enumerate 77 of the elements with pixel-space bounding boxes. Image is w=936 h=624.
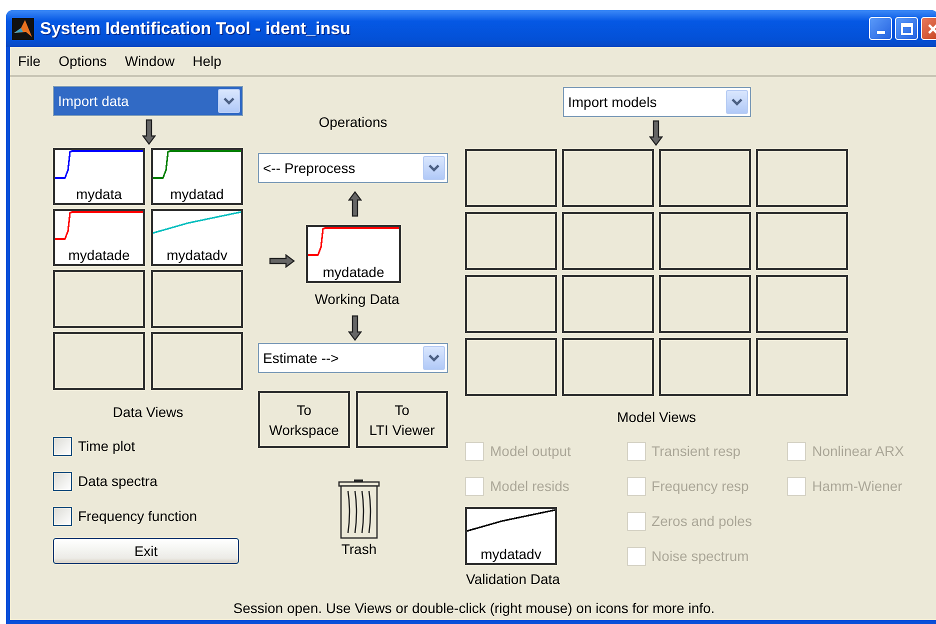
checkbox-label: Data spectra (78, 473, 158, 489)
menu-item[interactable]: Help (190, 51, 224, 71)
minimize-button[interactable] (869, 17, 892, 40)
tile-label: mydatadv (480, 546, 542, 563)
down-arrow-icon (142, 119, 156, 145)
down-arrow-icon (348, 315, 362, 341)
empty-tile[interactable] (151, 270, 243, 328)
window-title: System Identification Tool - ident_insu (40, 18, 352, 38)
section-label: Operations (318, 114, 388, 130)
empty-tile[interactable] (659, 275, 751, 333)
up-arrow-icon (348, 191, 362, 217)
app-logo-icon (12, 18, 34, 40)
empty-tile[interactable] (659, 212, 751, 270)
menu-item[interactable]: Options (56, 51, 109, 71)
checkbox-label: Frequency resp (652, 478, 749, 494)
checkbox-label: Time plot (78, 438, 136, 454)
empty-tile[interactable] (562, 212, 654, 270)
dropdown[interactable]: Import data (53, 86, 243, 116)
dropdown[interactable]: Import models (563, 87, 751, 117)
tile-label: mydatad (170, 186, 224, 203)
data-tile[interactable]: mydatad (151, 148, 243, 205)
empty-tile[interactable] (756, 212, 848, 270)
checkbox-label: Hamm-Wiener (812, 478, 902, 494)
empty-tile[interactable] (465, 275, 557, 333)
checkbox-label: Model resids (490, 478, 570, 494)
empty-tile[interactable] (659, 338, 751, 396)
exit-button[interactable]: Exit (53, 538, 239, 564)
checkbox-label: Zeros and poles (652, 513, 752, 529)
checkbox[interactable] (53, 472, 72, 490)
export-button[interactable]: To LTI Viewer (356, 391, 448, 448)
empty-tile[interactable] (465, 338, 557, 396)
empty-tile[interactable] (465, 149, 557, 207)
tile-label: mydatadv (166, 247, 228, 264)
menu-item[interactable]: Window (122, 51, 177, 71)
empty-tile[interactable] (53, 270, 145, 328)
empty-tile[interactable] (465, 212, 557, 270)
checkbox-label: Transient resp (652, 443, 741, 459)
tile-label: mydatade (68, 247, 130, 264)
empty-tile[interactable] (756, 275, 848, 333)
empty-tile[interactable] (756, 338, 848, 396)
empty-tile[interactable] (53, 332, 145, 390)
data-tile[interactable]: mydatadv (465, 507, 557, 565)
dropdown[interactable]: <-- Preprocess (258, 153, 448, 183)
checkbox-label: Model output (490, 443, 571, 459)
checkbox[interactable] (53, 506, 72, 526)
tile-label: mydata (76, 186, 122, 203)
export-button[interactable]: To Workspace (258, 391, 350, 448)
data-tile[interactable]: mydatade (306, 225, 401, 283)
maximize-button[interactable] (895, 17, 918, 40)
data-tile[interactable]: mydatade (53, 209, 145, 266)
working-data-label: Working Data (314, 291, 400, 307)
empty-tile[interactable] (562, 338, 654, 396)
minimize-icon (876, 31, 884, 34)
dropdown[interactable]: Estimate --> (258, 343, 448, 373)
checkbox[interactable] (53, 436, 72, 456)
validation-data-label: Validation Data (466, 571, 560, 587)
section-label: Data Views (112, 404, 184, 420)
empty-tile[interactable] (562, 275, 654, 333)
data-tile[interactable]: mydatadv (151, 209, 243, 266)
status-text: Session open. Use Views or double-click (right mouse) on icons for more info. (232, 600, 716, 618)
right-arrow-icon (269, 254, 295, 268)
section-label: Model Views (616, 409, 698, 425)
checkbox-label: Nonlinear ARX (812, 443, 904, 459)
close-icon (926, 22, 936, 34)
down-arrow-icon (649, 120, 663, 146)
checkbox-label: Frequency function (78, 508, 198, 524)
tile-label: mydatade (322, 264, 384, 281)
maximize-icon (900, 22, 912, 34)
trash-icon[interactable] (338, 479, 380, 539)
data-tile[interactable]: mydata (53, 148, 145, 205)
menu-item[interactable]: File (16, 51, 43, 71)
empty-tile[interactable] (151, 332, 243, 390)
empty-tile[interactable] (756, 149, 848, 207)
checkbox-label: Noise spectrum (652, 548, 749, 564)
trash-label: Trash (341, 541, 377, 557)
empty-tile[interactable] (562, 149, 654, 207)
empty-tile[interactable] (659, 149, 751, 207)
